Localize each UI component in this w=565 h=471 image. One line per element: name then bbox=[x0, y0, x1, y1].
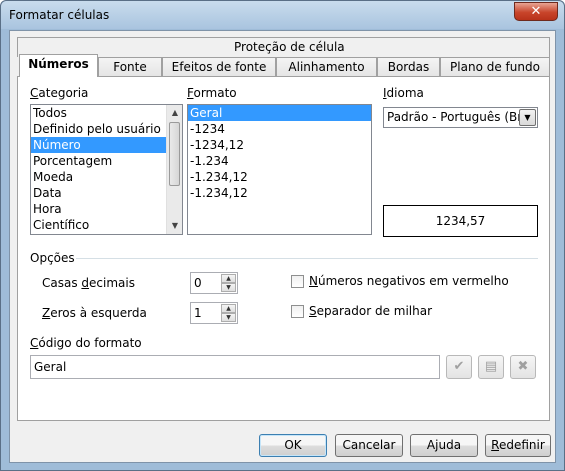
casas-decimais-stepper[interactable]: 0 ▲ ▼ bbox=[190, 272, 238, 294]
spin-up-icon[interactable]: ▲ bbox=[221, 274, 236, 283]
dialog-client-area: Proteção de célula Números Fonte Efeitos… bbox=[9, 30, 556, 463]
negativos-vermelho-checkbox[interactable] bbox=[291, 275, 304, 288]
title-bar: Formatar células ✕ bbox=[1, 1, 564, 29]
list-item[interactable]: -1234,12 bbox=[188, 137, 371, 153]
categoria-scrollbar[interactable]: ▲ ▼ bbox=[166, 105, 182, 234]
tab-label: Proteção de célula bbox=[234, 40, 345, 54]
check-icon[interactable]: ✔ bbox=[446, 355, 472, 379]
casas-decimais-label: Casas decimais bbox=[42, 276, 135, 290]
tab-label: Plano de fundo bbox=[450, 60, 540, 74]
ok-button[interactable]: OK bbox=[259, 434, 327, 457]
comment-icon[interactable]: ▤ bbox=[478, 355, 504, 379]
codigo-formato-label: Código do formato bbox=[30, 336, 142, 350]
tab-plano-de-fundo[interactable]: Plano de fundo bbox=[440, 57, 550, 77]
tab-label: Bordas bbox=[387, 60, 430, 74]
scroll-thumb[interactable] bbox=[169, 122, 180, 186]
zeros-esquerda-label: Zeros à esquerda bbox=[42, 306, 147, 320]
categoria-label: Categoria bbox=[30, 86, 89, 100]
window-title: Formatar células bbox=[9, 8, 110, 22]
zeros-esquerda-value: 1 bbox=[194, 306, 202, 320]
section-divider bbox=[76, 258, 538, 259]
list-item[interactable]: Porcentagem bbox=[31, 153, 182, 169]
help-button[interactable]: Ajuda bbox=[410, 434, 478, 457]
codigo-formato-input[interactable]: Geral bbox=[30, 355, 440, 379]
format-preview: 1234,57 bbox=[383, 205, 538, 237]
list-item-selected[interactable]: Geral bbox=[188, 105, 371, 121]
tab-label: Fonte bbox=[113, 60, 147, 74]
spin-down-icon[interactable]: ▼ bbox=[221, 283, 236, 292]
tab-bordas[interactable]: Bordas bbox=[377, 57, 440, 77]
list-item[interactable]: Científico bbox=[31, 217, 182, 233]
tab-efeitos-de-fonte[interactable]: Efeitos de fonte bbox=[162, 57, 276, 77]
chevron-down-icon[interactable]: ▼ bbox=[519, 109, 536, 126]
idioma-value: Padrão - Português (Brasil) bbox=[387, 110, 521, 124]
scroll-up-icon[interactable]: ▲ bbox=[167, 105, 182, 121]
dialog-window: Formatar células ✕ Proteção de célula Nú… bbox=[0, 0, 565, 471]
tab-label: Números bbox=[28, 57, 89, 71]
tab-fonte[interactable]: Fonte bbox=[98, 57, 162, 77]
codigo-formato-value: Geral bbox=[34, 360, 67, 374]
idioma-select[interactable]: Padrão - Português (Brasil) ▼ bbox=[383, 107, 538, 128]
tab-numeros[interactable]: Números bbox=[19, 54, 98, 77]
list-item[interactable]: Hora bbox=[31, 201, 182, 217]
delete-x-icon[interactable]: ✖ bbox=[510, 355, 536, 379]
list-item[interactable]: -1.234,12 bbox=[188, 169, 371, 185]
tab-label: Efeitos de fonte bbox=[171, 60, 267, 74]
list-item[interactable]: -1.234,12 bbox=[188, 185, 371, 201]
opcoes-label: Opções bbox=[30, 251, 75, 265]
separador-milhar-checkbox[interactable] bbox=[291, 305, 304, 318]
categoria-listbox[interactable]: Todos Definido pelo usuário Número Porce… bbox=[30, 104, 183, 235]
formato-label: Formato bbox=[187, 86, 237, 100]
list-item[interactable]: -1.234 bbox=[188, 153, 371, 169]
list-item[interactable]: Data bbox=[31, 185, 182, 201]
zeros-esquerda-stepper[interactable]: 1 ▲ ▼ bbox=[190, 302, 238, 324]
negativos-vermelho-label[interactable]: Números negativos em vermelho bbox=[309, 274, 509, 288]
formato-listbox[interactable]: Geral -1234 -1234,12 -1.234 -1.234,12 -1… bbox=[187, 104, 372, 235]
list-item-selected[interactable]: Número bbox=[31, 137, 182, 153]
scroll-down-icon[interactable]: ▼ bbox=[167, 218, 182, 234]
list-item[interactable]: Moeda bbox=[31, 169, 182, 185]
spin-up-icon[interactable]: ▲ bbox=[221, 304, 236, 313]
list-item[interactable]: Definido pelo usuário bbox=[31, 121, 182, 137]
tab-label: Alinhamento bbox=[288, 60, 365, 74]
reset-button[interactable]: Redefinir bbox=[485, 434, 551, 457]
tab-alinhamento[interactable]: Alinhamento bbox=[276, 57, 377, 77]
list-item[interactable]: Todos bbox=[31, 105, 182, 121]
close-button[interactable]: ✕ bbox=[514, 2, 558, 21]
cancel-button[interactable]: Cancelar bbox=[335, 434, 403, 457]
spin-down-icon[interactable]: ▼ bbox=[221, 313, 236, 322]
idioma-label: Idioma bbox=[383, 86, 424, 100]
casas-decimais-value: 0 bbox=[194, 276, 202, 290]
separador-milhar-label[interactable]: Separador de milhar bbox=[309, 304, 432, 318]
list-item[interactable]: -1234 bbox=[188, 121, 371, 137]
tab-panel-numeros: Categoria Todos Definido pelo usuário Nú… bbox=[17, 76, 550, 421]
